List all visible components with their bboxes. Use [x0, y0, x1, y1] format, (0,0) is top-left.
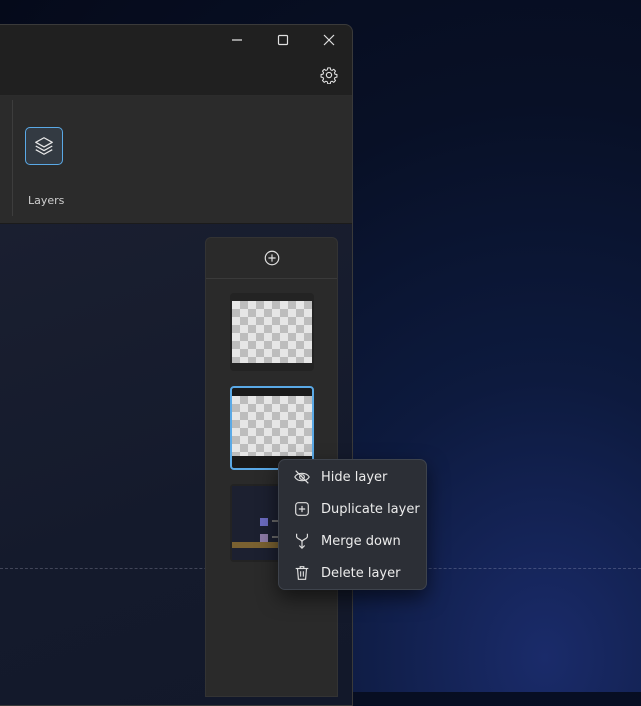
minimize-button[interactable]	[214, 25, 260, 55]
settings-button[interactable]	[318, 64, 340, 86]
minimize-icon	[232, 39, 242, 41]
layer-thumbnail-selected[interactable]	[230, 386, 314, 470]
duplicate-icon	[293, 500, 311, 518]
maximize-button[interactable]	[260, 25, 306, 55]
ribbon-toolbar: Layers	[0, 96, 352, 224]
menu-item-hide-layer[interactable]: Hide layer	[279, 461, 426, 493]
menu-item-duplicate-layer[interactable]: Duplicate layer	[279, 493, 426, 525]
menu-item-label: Delete layer	[321, 565, 401, 581]
trash-icon	[293, 564, 311, 582]
add-circle-icon	[264, 250, 279, 266]
ribbon-divider	[12, 100, 13, 216]
layers-label: Layers	[28, 194, 65, 207]
layers-panel-header	[206, 238, 337, 279]
layers-icon	[35, 137, 53, 155]
preview-detail	[260, 534, 268, 542]
menu-item-merge-down[interactable]: Merge down	[279, 525, 426, 557]
layer-context-menu: Hide layer Duplicate layer Merge down De…	[278, 459, 427, 590]
transparent-layer-preview	[232, 301, 312, 363]
title-bar	[0, 25, 352, 55]
eye-off-icon	[293, 468, 311, 486]
layers-button[interactable]	[25, 127, 63, 165]
merge-down-icon	[293, 532, 311, 550]
transparent-layer-preview	[232, 396, 312, 456]
menu-item-delete-layer[interactable]: Delete layer	[279, 557, 426, 589]
preview-detail	[260, 518, 268, 526]
menu-item-label: Duplicate layer	[321, 501, 420, 517]
close-button[interactable]	[306, 25, 352, 55]
maximize-icon	[277, 34, 289, 46]
layer-thumbnail[interactable]	[230, 293, 314, 371]
menu-item-label: Merge down	[321, 533, 401, 549]
add-layer-button[interactable]	[262, 248, 282, 268]
close-icon	[323, 34, 335, 46]
menu-item-label: Hide layer	[321, 469, 388, 485]
gear-icon	[320, 67, 338, 84]
menu-bar	[0, 55, 352, 96]
